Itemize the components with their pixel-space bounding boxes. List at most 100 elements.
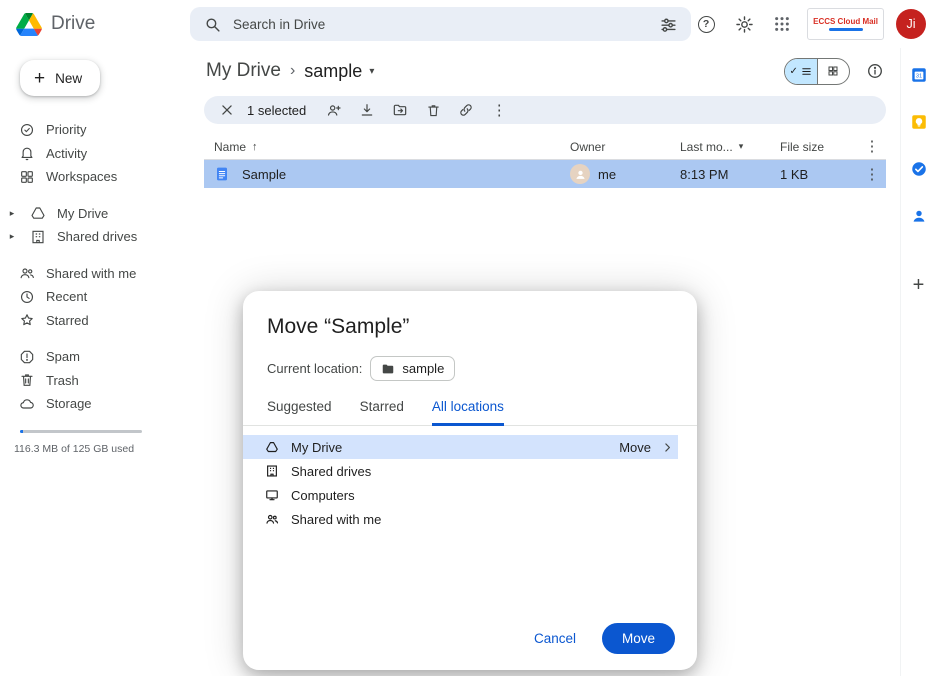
more-vertical-icon: ⋮ — [865, 167, 880, 182]
details-info-button[interactable] — [866, 62, 884, 80]
tasks-button[interactable] — [908, 158, 930, 180]
shared-drives-icon — [265, 464, 279, 478]
keep-button[interactable] — [908, 111, 930, 133]
move-dialog: Move “Sample” Current location: sample S… — [243, 291, 697, 670]
table-row[interactable]: Sample me 8:13 PM 1 KB ⋮ — [204, 160, 886, 188]
expand-arrow-icon[interactable]: ▸ — [5, 208, 19, 219]
sidebar: + New Priority Activity Workspaces — [0, 48, 190, 676]
share-button[interactable] — [321, 97, 347, 123]
list-view-icon — [801, 66, 812, 77]
sidebar-item-my-drive[interactable]: ▸ My Drive — [0, 202, 190, 226]
sidebar-item-starred[interactable]: Starred — [0, 309, 190, 333]
get-link-button[interactable] — [453, 97, 479, 123]
expand-arrow-icon[interactable]: ▸ — [5, 231, 19, 242]
docs-file-icon — [214, 166, 230, 182]
tab-label: Suggested — [267, 399, 332, 414]
chevron-right-icon[interactable] — [661, 441, 674, 454]
priority-icon — [19, 122, 35, 138]
header-owner[interactable]: Owner — [570, 140, 680, 154]
header-owner-label: Owner — [570, 140, 605, 154]
calendar-icon: 31 — [910, 66, 928, 84]
help-button[interactable]: ? — [693, 11, 719, 37]
clock-icon — [19, 289, 35, 305]
tasks-icon — [910, 160, 928, 178]
header-last-modified-label: Last mo... — [680, 140, 733, 154]
move-to-button[interactable] — [387, 97, 413, 123]
sidebar-item-shared-with-me[interactable]: Shared with me — [0, 262, 190, 286]
row-more-button[interactable]: ⋮ — [858, 167, 886, 182]
get-addons-button[interactable]: + — [913, 274, 925, 297]
delete-button[interactable] — [420, 97, 446, 123]
dialog-title: Move “Sample” — [243, 315, 697, 339]
folder-menu-caret-icon[interactable]: ▾ — [369, 66, 374, 77]
current-location-value: sample — [402, 361, 444, 376]
topbar-actions: ? ECCS Cloud Mail Ji — [693, 8, 936, 40]
header-last-modified[interactable]: Last mo... ▾ — [680, 140, 780, 154]
sidebar-item-trash[interactable]: Trash — [0, 369, 190, 393]
apps-grid-button[interactable] — [769, 11, 795, 37]
location-row-my-drive[interactable]: My Drive Move — [243, 435, 678, 459]
breadcrumb-separator-icon: › — [290, 62, 295, 80]
search-input[interactable]: Search in Drive — [190, 7, 691, 41]
last-modified-value: 8:13 PM — [680, 167, 780, 182]
header-name[interactable]: Name ↑ — [204, 140, 570, 154]
list-view-button[interactable]: ✓ — [785, 59, 818, 84]
tab-suggested[interactable]: Suggested — [267, 399, 332, 426]
drive-brand[interactable]: Drive — [0, 13, 190, 36]
location-row-shared-drives[interactable]: Shared drives — [243, 459, 678, 483]
selected-count: 1 selected — [247, 103, 306, 118]
location-row-computers[interactable]: Computers — [243, 483, 678, 507]
my-drive-icon — [265, 440, 279, 454]
link-icon — [458, 102, 474, 118]
sidebar-item-spam[interactable]: Spam — [0, 345, 190, 369]
topbar: Drive Search in Drive ? ECCS Cloud Mail — [0, 0, 936, 48]
row-move-action[interactable]: Move — [619, 440, 651, 455]
apps-grid-icon — [774, 16, 790, 32]
help-icon: ? — [698, 16, 715, 33]
calendar-button[interactable]: 31 — [908, 64, 930, 86]
more-actions-button[interactable]: ⋮ — [486, 97, 512, 123]
sidebar-item-recent[interactable]: Recent — [0, 285, 190, 309]
header-more-button[interactable]: ⋮ — [858, 139, 886, 154]
search-icon[interactable] — [204, 16, 221, 33]
new-button[interactable]: + New — [20, 60, 100, 96]
tab-starred[interactable]: Starred — [360, 399, 404, 426]
breadcrumb-root[interactable]: My Drive — [206, 60, 281, 82]
my-drive-icon — [30, 205, 46, 221]
spam-icon — [19, 349, 35, 365]
bell-icon — [19, 145, 35, 161]
account-avatar[interactable]: Ji — [896, 9, 926, 39]
storage-usage-text: 116.3 MB of 125 GB used — [14, 443, 190, 455]
sidebar-item-shared-drives[interactable]: ▸ Shared drives — [0, 225, 190, 249]
file-name: Sample — [242, 167, 286, 182]
search-options-icon[interactable] — [660, 16, 677, 33]
storage-progress-bar — [20, 430, 142, 433]
sidebar-item-label: Storage — [46, 396, 92, 411]
header-file-size[interactable]: File size — [780, 140, 858, 154]
tab-all-locations[interactable]: All locations — [432, 399, 504, 426]
computer-icon — [265, 488, 279, 502]
sidebar-item-priority[interactable]: Priority — [0, 118, 190, 142]
sidebar-item-label: Recent — [46, 289, 87, 304]
breadcrumb-current[interactable]: sample — [304, 61, 362, 82]
shared-drives-icon — [30, 229, 46, 245]
grid-view-button[interactable] — [818, 59, 850, 84]
keep-icon — [910, 113, 928, 131]
clear-selection-button[interactable] — [214, 97, 240, 123]
plus-icon: + — [913, 274, 925, 296]
sidebar-item-activity[interactable]: Activity — [0, 142, 190, 166]
sidebar-item-workspaces[interactable]: Workspaces — [0, 165, 190, 189]
app-title: Drive — [51, 13, 95, 35]
trash-icon — [426, 103, 441, 118]
download-button[interactable] — [354, 97, 380, 123]
workspace-badge-label: ECCS Cloud Mail — [813, 17, 878, 26]
move-button[interactable]: Move — [602, 623, 675, 654]
settings-button[interactable] — [731, 11, 757, 37]
contacts-button[interactable] — [908, 205, 930, 227]
cancel-button[interactable]: Cancel — [534, 631, 576, 646]
current-location-chip[interactable]: sample — [370, 356, 455, 381]
sidebar-item-label: Trash — [46, 373, 79, 388]
location-row-shared-with-me[interactable]: Shared with me — [243, 507, 678, 531]
sidebar-item-storage[interactable]: Storage — [0, 392, 190, 416]
workspace-badge[interactable]: ECCS Cloud Mail — [807, 8, 884, 40]
